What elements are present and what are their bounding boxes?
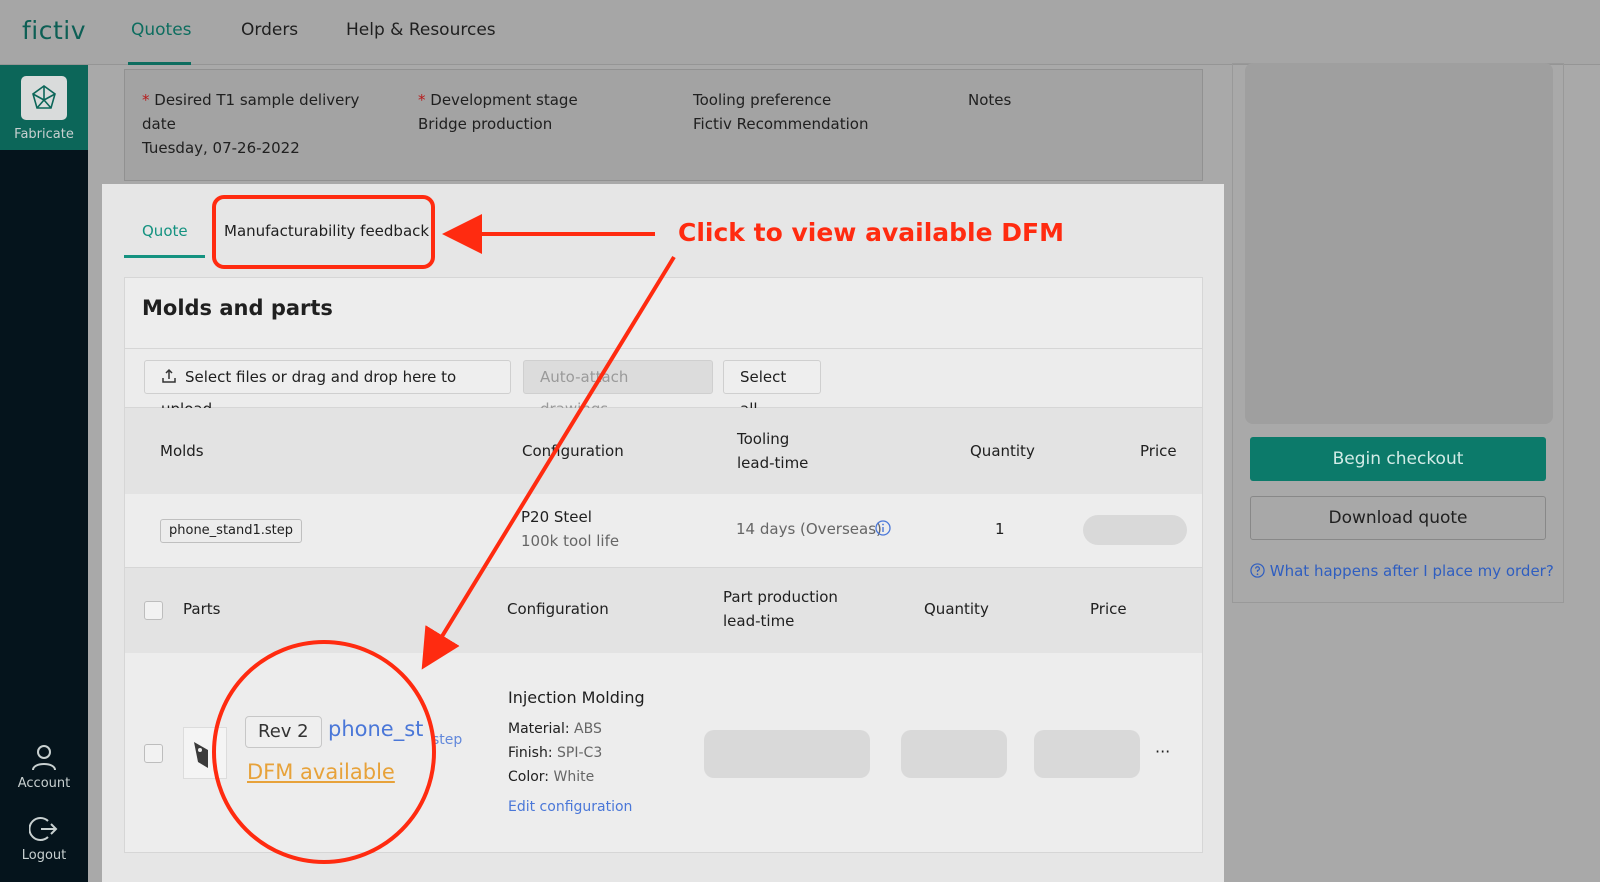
color-label: Color: [508, 769, 550, 785]
development-stage-field: * Development stage Bridge production [418, 88, 578, 136]
parts-configuration-column-header: Configuration [507, 600, 609, 618]
mold-price-placeholder [1083, 515, 1187, 545]
part-leadtime-column-header: Part production lead-time [723, 585, 838, 633]
part-finish: Finish: SPI-C3 [508, 741, 602, 765]
part-preview-area [1245, 63, 1553, 424]
mold-material: P20 Steel [521, 508, 592, 526]
upload-button[interactable]: Select files or drag and drop here to up… [144, 360, 511, 418]
delivery-date-field: * Desired T1 sample delivery date Tuesda… [142, 88, 359, 160]
part-leadtime-header-line-2: lead-time [723, 612, 795, 630]
material-value: ABS [574, 721, 602, 737]
left-sidebar: Fabricate Account Logout [0, 65, 88, 882]
help-circle-icon [1250, 563, 1265, 578]
mold-lead-time: 14 days (Overseas) [736, 520, 882, 538]
tooling-preference-field: Tooling preference Fictiv Recommendation [693, 88, 868, 136]
auto-attach-drawings-button[interactable]: Auto-attach drawings [523, 360, 713, 418]
part-file-extension: step [432, 732, 463, 748]
molds-and-parts-title: Molds and parts [142, 296, 333, 320]
tooling-preference-value: Fictiv Recommendation [693, 115, 869, 133]
delivery-date-value: Tuesday, 07-26-2022 [142, 139, 300, 157]
sidebar-logout-label: Logout [21, 848, 67, 863]
dfm-available-link[interactable]: DFM available [247, 760, 395, 784]
parts-column-header: Parts [183, 600, 221, 618]
part-preview-icon [194, 742, 208, 768]
parts-price-column-header: Price [1090, 600, 1127, 618]
fabricate-icon [21, 76, 67, 120]
required-mark: * [142, 91, 150, 109]
tab-manufacturability-feedback[interactable]: Manufacturability feedback [224, 222, 429, 240]
required-mark: * [418, 91, 426, 109]
mold-tool-life: 100k tool life [521, 532, 620, 550]
part-quantity-placeholder [901, 730, 1007, 778]
molds-column-header: Molds [160, 442, 204, 460]
part-row-checkbox[interactable] [144, 744, 163, 763]
notes-label: Notes [968, 91, 1012, 109]
quantity-column-header: Quantity [970, 442, 1035, 460]
part-leadtime-header-line-1: Part production [723, 588, 838, 606]
account-icon [32, 745, 56, 771]
price-column-header: Price [1140, 442, 1177, 460]
molds-table-header [125, 408, 1202, 494]
logout-icon [29, 817, 58, 841]
mold-file-chip[interactable]: phone_stand1.step [160, 519, 303, 543]
more-options-button[interactable]: ··· [1155, 740, 1170, 764]
order-help-text: What happens after I place my order? [1269, 562, 1554, 580]
parts-table-header [125, 567, 1202, 653]
top-nav-bar: fictiv Quotes Orders Help & Resources [0, 0, 1600, 65]
mold-quantity: 1 [995, 520, 1005, 538]
tooling-preference-label: Tooling preference [693, 91, 832, 109]
delivery-date-label-2: date [142, 115, 176, 133]
sidebar-fabricate-label: Fabricate [14, 127, 74, 142]
parts-quantity-column-header: Quantity [924, 600, 989, 618]
select-all-parts-checkbox[interactable] [144, 601, 163, 620]
part-color: Color: White [508, 765, 594, 789]
finish-value: SPI-C3 [557, 745, 603, 761]
tab-active-indicator [124, 255, 205, 258]
delivery-date-label: Desired T1 sample delivery [154, 91, 360, 109]
development-stage-value: Bridge production [418, 115, 553, 133]
development-stage-label: Development stage [430, 91, 578, 109]
configuration-column-header: Configuration [522, 442, 624, 460]
part-material: Material: ABS [508, 717, 602, 741]
nav-orders[interactable]: Orders [241, 20, 298, 40]
tab-quote[interactable]: Quote [142, 222, 188, 240]
part-leadtime-placeholder [704, 730, 870, 778]
fictiv-logo[interactable]: fictiv [22, 16, 86, 45]
info-icon[interactable] [875, 520, 891, 536]
finish-label: Finish: [508, 745, 553, 761]
tooling-header-line-2: lead-time [737, 454, 809, 472]
tooling-header-line-1: Tooling [737, 430, 790, 448]
edit-configuration-link[interactable]: Edit configuration [508, 795, 632, 819]
part-thumbnail[interactable] [183, 727, 227, 779]
part-file-link[interactable]: phone_st [328, 717, 423, 741]
part-process: Injection Molding [508, 688, 645, 707]
upload-icon [162, 368, 176, 383]
select-all-button[interactable]: Select all [723, 360, 821, 418]
begin-checkout-button[interactable]: Begin checkout [1250, 437, 1546, 481]
revision-badge: Rev 2 [245, 716, 322, 748]
download-quote-button[interactable]: Download quote [1250, 496, 1546, 540]
part-price-placeholder [1034, 730, 1140, 778]
material-label: Material: [508, 721, 570, 737]
sidebar-account-label: Account [17, 776, 71, 791]
nav-active-indicator [128, 62, 191, 65]
nav-help-resources[interactable]: Help & Resources [346, 20, 496, 40]
sidebar-item-fabricate[interactable]: Fabricate [0, 65, 88, 150]
order-help-link[interactable]: What happens after I place my order? [1250, 562, 1554, 580]
nav-quotes[interactable]: Quotes [131, 20, 192, 40]
annotation-callout-text: Click to view available DFM [678, 218, 1064, 247]
color-value: White [553, 769, 595, 785]
tooling-leadtime-column-header: Tooling lead-time [737, 427, 808, 475]
